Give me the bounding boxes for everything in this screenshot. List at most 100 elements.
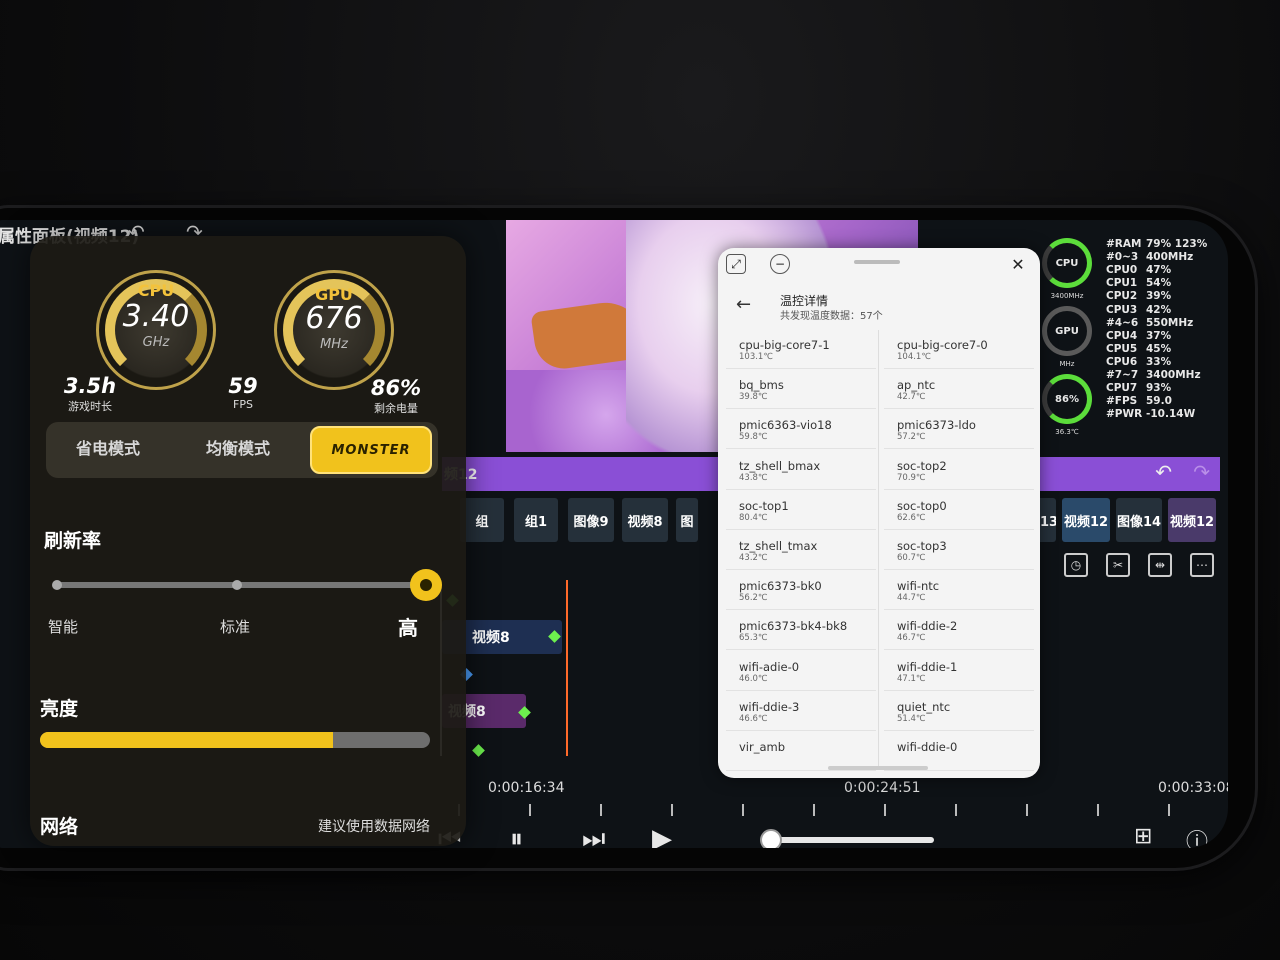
hud-stat-value: 54% (1146, 277, 1172, 290)
slider-stop[interactable] (232, 580, 242, 590)
sensor-temp: 80.4℃ (739, 512, 768, 523)
sensor-cell[interactable]: wifi-ddie-2 46.7℃ (884, 611, 1034, 651)
sensor-cell[interactable]: soc-top0 62.6℃ (884, 491, 1034, 530)
playhead[interactable] (566, 580, 568, 756)
keyframe-marker[interactable] (472, 744, 485, 757)
seek-knob[interactable] (760, 829, 782, 848)
clip-thumb[interactable]: 视频8 (622, 498, 668, 542)
sensor-cell[interactable]: tz_shell_tmax 43.2℃ (726, 531, 876, 570)
power-save-mode-button[interactable]: 省电模式 (76, 435, 140, 459)
clock-icon[interactable]: ◷ (1064, 553, 1088, 577)
sensor-name: wifi-ddie-2 (897, 619, 958, 634)
hud-stat-key: CPU6 (1106, 355, 1138, 368)
clip-thumb[interactable]: 组1 (514, 498, 558, 542)
sensor-name: pmic6373-bk4-bk8 (739, 619, 848, 634)
sensor-temp: 104.1℃ (897, 352, 931, 362)
scissors-icon[interactable]: ✂ (1106, 553, 1130, 577)
fps-value: 59 (228, 374, 258, 398)
sensor-cell[interactable]: wifi-ddie-3 46.6℃ (726, 692, 876, 731)
hud-stat-value: 550MHz (1146, 316, 1194, 329)
sensor-temp: 46.6℃ (739, 713, 768, 724)
back-arrow-icon[interactable]: ← (736, 294, 751, 315)
cpu-gauge-unit: GHz (142, 335, 170, 350)
performance-mode-selector: 省电模式 均衡模式 MONSTER (46, 422, 438, 478)
sensor-cell[interactable]: wifi-ddie-1 47.1℃ (884, 652, 1034, 691)
hud-stat-row: #PWR -10.14W (1106, 408, 1195, 420)
refresh-rate-knob[interactable] (410, 569, 442, 601)
expand-icon[interactable]: ⤢ (726, 254, 746, 274)
hud-stat-value: 93% (1146, 382, 1172, 395)
sensor-cell[interactable]: soc-top1 80.4℃ (726, 491, 876, 530)
clip-thumb[interactable]: 视频12 (1062, 498, 1110, 542)
sensor-cell[interactable]: pmic6373-bk4-bk8 65.3℃ (726, 611, 876, 651)
sensor-temp: 51.4℃ (897, 713, 926, 724)
ruler-tick (742, 804, 744, 816)
slider-stop[interactable] (52, 580, 62, 590)
hud-stat-key: #4~6 (1106, 316, 1139, 329)
hud-stat-key: CPU5 (1106, 342, 1138, 355)
sensor-temp: 43.8℃ (739, 472, 768, 483)
ruler-tick (884, 804, 886, 816)
clip-thumb[interactable]: 组 (460, 498, 504, 542)
clip-thumb[interactable]: 图像9 (568, 498, 614, 542)
play-icon[interactable]: ▶ (652, 824, 672, 848)
help-icon[interactable]: ⓘ (1186, 824, 1208, 848)
brightness-slider[interactable] (40, 732, 430, 748)
sensor-cell[interactable]: pmic6363-vio18 59.8℃ (726, 410, 876, 450)
sensor-cell[interactable]: wifi-adie-0 46.0℃ (726, 652, 876, 691)
cpu-ring: CPU (1042, 238, 1092, 288)
hud-stat-value: -10.14W (1146, 408, 1196, 421)
sensor-cell[interactable]: pmic6373-ldo 57.2℃ (884, 410, 1034, 450)
hud-stat-row: CPU2 39% (1106, 290, 1171, 302)
refresh-rate-slider[interactable] (52, 569, 442, 601)
sensor-name: soc-top2 (897, 458, 947, 473)
sensor-cell[interactable]: bq_bms 39.8℃ (726, 370, 876, 410)
clip-thumb[interactable]: 图像14 (1116, 498, 1162, 542)
photo-scene: 属性面板(视频12) ↶ ↷ 频12 ↶ ↷ 组 组1 图像9 视频8 图 图像… (0, 0, 1280, 960)
redo-icon[interactable]: ↷ (1193, 460, 1210, 484)
undo-icon[interactable]: ↶ (1155, 460, 1172, 484)
scroll-indicator[interactable] (828, 766, 928, 770)
hud-stat-value: 45% (1146, 342, 1172, 355)
hud-stat-value: 47% (1146, 264, 1172, 277)
hud-stat-key: CPU1 (1106, 277, 1138, 290)
time-ruler[interactable] (438, 804, 1228, 818)
close-icon[interactable]: ✕ (1008, 254, 1028, 274)
next-icon[interactable]: ⏭ (582, 824, 605, 848)
pause-icon[interactable]: ⏸ (510, 824, 523, 848)
sensor-cell[interactable]: pmic6373-bk0 56.2℃ (726, 571, 876, 611)
ruler-tick (671, 804, 673, 816)
cpu-freq: 3400MHz (1050, 292, 1084, 300)
gpu-unit: MHz (1059, 360, 1075, 368)
sensor-cell[interactable]: tz_shell_bmax 43.8℃ (726, 451, 876, 490)
monster-mode-button[interactable]: MONSTER (310, 426, 432, 474)
battery-value: 86% (370, 376, 422, 400)
sensor-temp: 70.9℃ (897, 472, 926, 483)
sensor-cell[interactable]: soc-top2 70.9℃ (884, 451, 1034, 490)
drag-handle[interactable] (854, 260, 900, 264)
layout-icon[interactable]: ⊞ (1134, 824, 1152, 848)
gpu-gauge-unit: MHz (320, 337, 348, 352)
hud-stat-value: 400MHz (1146, 251, 1194, 264)
seek-slider[interactable] (760, 829, 934, 848)
sensor-cell[interactable]: cpu-big-core7-0 104.1℃ (884, 330, 1034, 369)
more-icon[interactable]: ⋯ (1190, 553, 1214, 577)
battery-ring-label: 86% (1055, 393, 1079, 405)
sensor-cell[interactable]: soc-top3 60.7℃ (884, 531, 1034, 570)
ruler-tick (955, 804, 957, 816)
split-icon[interactable]: ⇹ (1148, 553, 1172, 577)
sensor-name: cpu-big-core7-0 (897, 338, 988, 352)
balanced-mode-button[interactable]: 均衡模式 (206, 435, 270, 459)
cpu-ring-label: CPU (1055, 257, 1079, 269)
sensor-cell[interactable]: quiet_ntc 51.4℃ (884, 692, 1034, 731)
sensor-cell[interactable]: ap_ntc 42.7℃ (884, 370, 1034, 410)
sensor-cell[interactable]: wifi-ntc 44.7℃ (884, 571, 1034, 611)
sensor-cell[interactable]: cpu-big-core7-1 103.1℃ (726, 330, 876, 369)
hud-stat-key: CPU3 (1106, 303, 1138, 316)
thermal-details-window: ⤢ − ✕ ← 温控详情 共发现温度数据：57个 cpu-big-core7-1… (718, 248, 1040, 778)
minimize-icon[interactable]: − (770, 254, 790, 274)
sensor-name: quiet_ntc (897, 699, 951, 714)
sensor-name: ap_ntc (897, 378, 936, 393)
clip-thumb[interactable]: 图 (676, 498, 698, 542)
clip-thumb[interactable]: 视频12 (1168, 498, 1216, 542)
